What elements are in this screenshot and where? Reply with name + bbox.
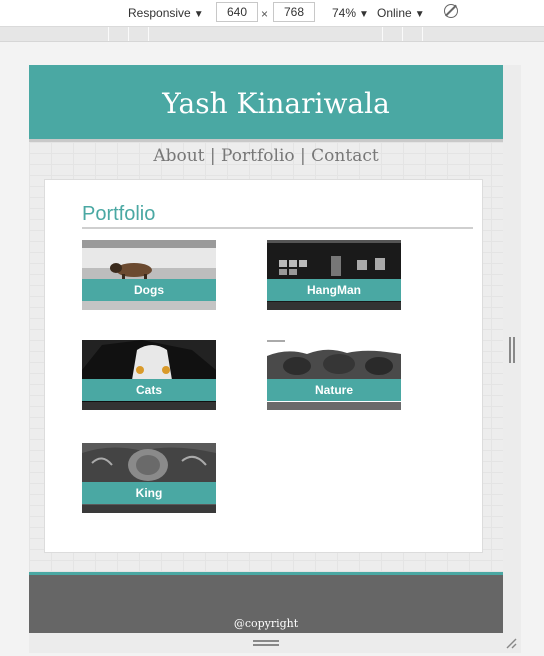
corner-resize-icon[interactable] [505, 637, 517, 649]
media-query-marker[interactable] [422, 27, 423, 41]
project-label: Dogs [82, 279, 216, 301]
media-query-marker[interactable] [128, 27, 129, 41]
site-footer: @copyright [29, 572, 503, 633]
zoom-label: 74% [332, 6, 357, 20]
network-throttle-select[interactable]: Online ▼ [377, 6, 425, 22]
media-query-marker[interactable] [108, 27, 109, 41]
media-query-marker[interactable] [148, 27, 149, 41]
device-mode-label: Responsive [128, 6, 191, 20]
nav-link-about[interactable]: About [153, 146, 204, 166]
emulated-viewport: Yash Kinariwala About | Portfolio | Cont… [29, 65, 503, 633]
portfolio-section: Portfolio Dogs HangMan Cats Nature King [44, 179, 483, 553]
bottom-resize-handle[interactable] [253, 640, 279, 646]
chevron-down-icon: ▼ [193, 9, 204, 20]
project-label: Nature [267, 379, 401, 401]
media-query-bar[interactable] [0, 27, 544, 42]
width-input[interactable]: 640 [216, 2, 258, 22]
project-card-nature[interactable]: Nature [267, 340, 401, 410]
site-nav: About | Portfolio | Contact [29, 146, 503, 166]
project-card-dogs[interactable]: Dogs [82, 240, 216, 310]
copyright-text: @copyright [233, 617, 299, 630]
device-mode-select[interactable]: Responsive ▼ [128, 6, 204, 22]
nav-separator: | [209, 146, 216, 166]
media-query-marker[interactable] [402, 27, 403, 41]
nav-separator: | [300, 146, 306, 166]
network-label: Online [377, 6, 412, 20]
project-card-hangman[interactable]: HangMan [267, 240, 401, 310]
nav-link-contact[interactable]: Contact [311, 146, 379, 166]
section-title: Portfolio [82, 202, 473, 229]
right-resize-handle[interactable] [509, 337, 515, 363]
chevron-down-icon: ▼ [359, 9, 369, 20]
dimension-separator: × [261, 7, 269, 21]
site-header: Yash Kinariwala [29, 65, 503, 142]
media-query-marker[interactable] [382, 27, 383, 41]
height-input[interactable]: 768 [273, 2, 315, 22]
project-label: HangMan [267, 279, 401, 301]
project-label: King [82, 482, 216, 504]
devtools-toolbar: Responsive ▼ 640 × 768 74% ▼ Online ▼ [0, 0, 544, 27]
project-card-cats[interactable]: Cats [82, 340, 216, 410]
nav-link-portfolio[interactable]: Portfolio [221, 146, 295, 166]
project-card-king[interactable]: King [82, 443, 216, 513]
project-label: Cats [82, 379, 216, 401]
chevron-down-icon: ▼ [414, 9, 425, 20]
site-title: Yash Kinariwala [162, 87, 390, 120]
zoom-select[interactable]: 74% ▼ [332, 6, 369, 22]
rotate-icon[interactable] [444, 4, 458, 18]
